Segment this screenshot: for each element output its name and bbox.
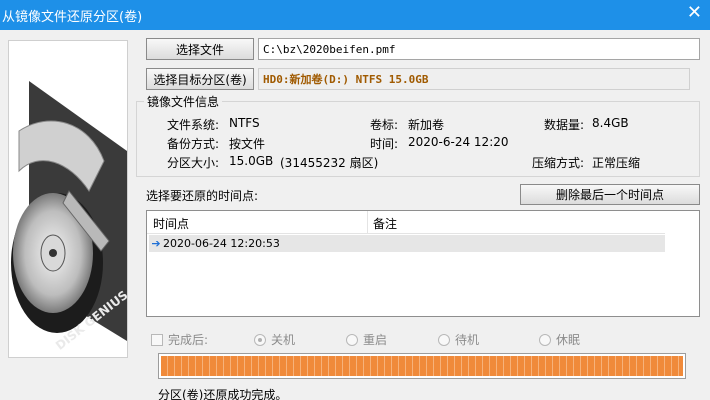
progress-bar	[158, 353, 686, 379]
radio-hibernate-circle	[539, 333, 551, 346]
compression-label: 压缩方式:	[532, 156, 585, 170]
close-icon[interactable]: ✕	[687, 3, 702, 23]
fs-label: 文件系统:	[167, 118, 220, 132]
table-row[interactable]: ➔ 2020-06-24 12:20:53	[149, 235, 665, 252]
radio-restart-circle	[346, 333, 358, 346]
image-path-field[interactable]: C:\bz\2020beifen.pmf	[258, 38, 700, 60]
fs-value: NTFS	[229, 116, 260, 130]
delete-last-point-button[interactable]: 删除最后一个时间点	[520, 184, 700, 205]
radio-restart: 重启	[346, 331, 387, 348]
partition-size-value: 15.0GB	[229, 154, 274, 168]
method-value: 按文件	[229, 137, 266, 151]
window-title: 从镜像文件还原分区(卷)	[2, 10, 143, 25]
after-complete-option: 完成后:	[151, 331, 208, 348]
radio-restart-label: 重启	[363, 333, 388, 347]
image-info-title: 镜像文件信息	[144, 93, 223, 110]
restore-point-list[interactable]: 时间点 备注 ➔ 2020-06-24 12:20:53	[146, 210, 700, 317]
data-size-value: 8.4GB	[592, 116, 629, 130]
sector-count-value: (31455232 扇区)	[280, 156, 379, 170]
select-file-button[interactable]: 选择文件	[146, 38, 254, 60]
restore-point-label: 选择要还原的时间点:	[146, 189, 259, 203]
progress-fill	[161, 356, 683, 376]
row-time: 2020-06-24 12:20:53	[163, 237, 280, 250]
method-label: 备份方式:	[167, 137, 220, 151]
dialog-body: DISK GENIUS 选择文件 C:\bz\2020beifen.pmf 选择…	[0, 30, 710, 400]
partition-size-label: 分区大小:	[167, 156, 220, 170]
arrow-right-icon: ➔	[151, 237, 161, 250]
status-text: 分区(卷)还原成功完成。	[158, 388, 288, 400]
target-partition-value: HD0:新加卷(D:) NTFS 15.0GB	[263, 73, 429, 86]
select-target-partition-button[interactable]: 选择目标分区(卷)	[146, 68, 254, 90]
target-partition-field: HD0:新加卷(D:) NTFS 15.0GB	[258, 68, 690, 90]
volume-value: 新加卷	[408, 118, 445, 132]
list-scroll-area	[665, 211, 699, 316]
column-header-note[interactable]: 备注	[373, 215, 397, 232]
disk-genius-illustration: DISK GENIUS	[8, 40, 128, 358]
list-header: 时间点 备注	[147, 211, 667, 234]
radio-standby: 待机	[438, 331, 479, 348]
hard-disk-icon: DISK GENIUS	[9, 41, 127, 357]
radio-shutdown-circle	[254, 333, 266, 346]
radio-shutdown: 关机	[254, 331, 295, 348]
radio-standby-circle	[438, 333, 450, 346]
column-header-time[interactable]: 时间点	[153, 215, 189, 232]
compression-value: 正常压缩	[592, 156, 641, 170]
radio-shutdown-label: 关机	[271, 333, 296, 347]
data-size-label: 数据量:	[544, 118, 585, 132]
time-label: 时间:	[370, 137, 399, 151]
radio-standby-label: 待机	[455, 333, 480, 347]
column-divider	[367, 211, 368, 234]
after-complete-label: 完成后:	[168, 333, 209, 347]
title-bar: 从镜像文件还原分区(卷) ✕	[0, 0, 710, 30]
radio-hibernate: 休眠	[539, 331, 580, 348]
after-complete-checkbox	[151, 333, 163, 346]
volume-label: 卷标:	[370, 118, 399, 132]
time-value: 2020-6-24 12:20	[408, 135, 509, 149]
radio-hibernate-label: 休眠	[556, 333, 581, 347]
